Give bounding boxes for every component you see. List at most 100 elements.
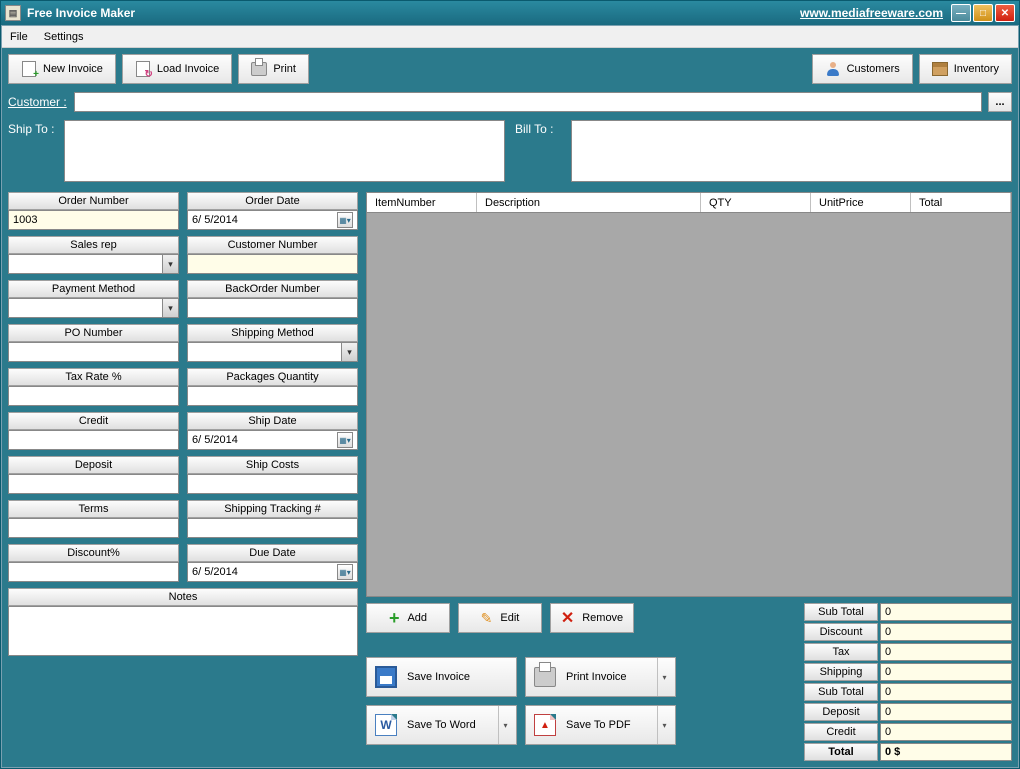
app-title: Free Invoice Maker (27, 6, 135, 20)
ship-to-input[interactable] (64, 120, 505, 182)
minimize-button[interactable]: — (951, 4, 971, 22)
print-invoice-button[interactable]: Print Invoice▾ (525, 657, 676, 697)
toolbar: New Invoice Load Invoice Print Customers (8, 54, 1012, 84)
packages-qty-label: Packages Quantity (187, 368, 358, 386)
ship-date-input[interactable]: 6/ 5/2014▦▾ (187, 430, 358, 450)
discount-value: 0 (880, 623, 1012, 641)
col-unit-price[interactable]: UnitPrice (811, 193, 911, 212)
app-icon: ▤ (5, 5, 21, 21)
pencil-icon: ✎ (481, 610, 493, 627)
menu-file[interactable]: File (10, 31, 28, 43)
save-pdf-button[interactable]: ▲Save To PDF▾ (525, 705, 676, 745)
titlebar: ▤ Free Invoice Maker www.mediafreeware.c… (1, 1, 1019, 25)
print-button[interactable]: Print (238, 54, 309, 84)
deposit-input[interactable] (8, 474, 179, 494)
save-word-button[interactable]: WSave To Word▾ (366, 705, 517, 745)
shipping-tracking-label: Shipping Tracking # (187, 500, 358, 518)
tax-rate-label: Tax Rate % (8, 368, 179, 386)
maximize-button[interactable]: □ (973, 4, 993, 22)
order-date-label: Order Date (187, 192, 358, 210)
discount-label: Discount (804, 623, 878, 641)
customer-select[interactable] (74, 92, 982, 112)
notes-label: Notes (8, 588, 358, 606)
close-button[interactable]: ✕ (995, 4, 1015, 22)
subtotal1-value: 0 (880, 603, 1012, 621)
col-description[interactable]: Description (477, 193, 701, 212)
chevron-down-icon[interactable]: ▾ (657, 706, 671, 744)
load-invoice-label: Load Invoice (157, 63, 219, 75)
calendar-icon[interactable]: ▦▾ (337, 564, 353, 580)
customer-number-label: Customer Number (187, 236, 358, 254)
inventory-button[interactable]: Inventory (919, 54, 1012, 84)
packages-qty-input[interactable] (187, 386, 358, 406)
address-row: Ship To : Bill To : (8, 120, 1012, 182)
po-number-input[interactable] (8, 342, 179, 362)
grid-buttons: +Add ✎Edit ✕Remove (366, 603, 676, 633)
customers-button[interactable]: Customers (812, 54, 913, 84)
deposit-total-label: Deposit (804, 703, 878, 721)
bill-to-input[interactable] (571, 120, 1012, 182)
totals-panel: Sub Total0 Discount0 Tax0 Shipping0 Sub … (804, 603, 1012, 761)
tax-rate-input[interactable] (8, 386, 179, 406)
credit-total-value: 0 (880, 723, 1012, 741)
calendar-icon[interactable]: ▦▾ (337, 212, 353, 228)
backorder-number-input[interactable] (187, 298, 358, 318)
x-icon: ✕ (561, 608, 574, 628)
calendar-icon[interactable]: ▦▾ (337, 432, 353, 448)
subtotal2-value: 0 (880, 683, 1012, 701)
customers-label: Customers (847, 63, 900, 75)
menu-settings[interactable]: Settings (44, 31, 84, 43)
ship-costs-label: Ship Costs (187, 456, 358, 474)
chevron-down-icon: ▾ (162, 299, 178, 317)
fields-columns: Order Number1003 Sales rep▾ Payment Meth… (8, 192, 358, 582)
col-total[interactable]: Total (911, 193, 1011, 212)
titlebar-link[interactable]: www.mediafreeware.com (800, 6, 943, 20)
credit-input[interactable] (8, 430, 179, 450)
chevron-down-icon: ▾ (341, 343, 357, 361)
backorder-number-label: BackOrder Number (187, 280, 358, 298)
order-date-input[interactable]: 6/ 5/2014▦▾ (187, 210, 358, 230)
grid-body[interactable] (367, 213, 1011, 596)
word-icon: W (375, 714, 397, 736)
pdf-icon: ▲ (534, 714, 556, 736)
terms-input[interactable] (8, 518, 179, 538)
credit-total-label: Credit (804, 723, 878, 741)
due-date-input[interactable]: 6/ 5/2014▦▾ (187, 562, 358, 582)
right-area: ItemNumber Description QTY UnitPrice Tot… (366, 192, 1012, 761)
remove-button[interactable]: ✕Remove (550, 603, 634, 633)
shipping-tracking-input[interactable] (187, 518, 358, 538)
notes-block: Notes (8, 588, 358, 656)
window-buttons: — □ ✕ (951, 4, 1015, 22)
printer-icon (534, 667, 556, 687)
shipping-value: 0 (880, 663, 1012, 681)
chevron-down-icon[interactable]: ▾ (657, 658, 671, 696)
items-grid[interactable]: ItemNumber Description QTY UnitPrice Tot… (366, 192, 1012, 597)
tax-value: 0 (880, 643, 1012, 661)
shipping-method-select[interactable]: ▾ (187, 342, 358, 362)
col-qty[interactable]: QTY (701, 193, 811, 212)
chevron-down-icon[interactable]: ▾ (498, 706, 512, 744)
credit-label: Credit (8, 412, 179, 430)
payment-method-select[interactable]: ▾ (8, 298, 179, 318)
po-number-label: PO Number (8, 324, 179, 342)
customer-number-input[interactable] (187, 254, 358, 274)
sales-rep-select[interactable]: ▾ (8, 254, 179, 274)
load-invoice-button[interactable]: Load Invoice (122, 54, 232, 84)
discount-pct-label: Discount% (8, 544, 179, 562)
new-invoice-button[interactable]: New Invoice (8, 54, 116, 84)
print-icon (251, 61, 267, 77)
edit-button[interactable]: ✎Edit (458, 603, 542, 633)
col-item-number[interactable]: ItemNumber (367, 193, 477, 212)
ship-date-label: Ship Date (187, 412, 358, 430)
plus-icon: + (389, 608, 400, 629)
customer-row: Customer : ... (8, 92, 1012, 112)
save-invoice-button[interactable]: Save Invoice (366, 657, 517, 697)
grid-header: ItemNumber Description QTY UnitPrice Tot… (367, 193, 1011, 213)
add-button[interactable]: +Add (366, 603, 450, 633)
discount-pct-input[interactable] (8, 562, 179, 582)
order-number-input[interactable]: 1003 (8, 210, 179, 230)
notes-input[interactable] (8, 606, 358, 656)
customer-browse-button[interactable]: ... (988, 92, 1012, 112)
customers-icon (825, 61, 841, 77)
ship-costs-input[interactable] (187, 474, 358, 494)
